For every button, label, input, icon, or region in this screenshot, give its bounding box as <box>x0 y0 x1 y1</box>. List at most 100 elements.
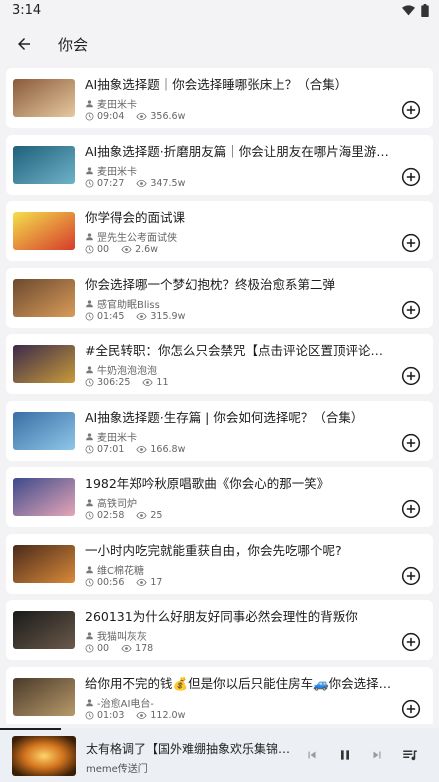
add-to-playlist-button[interactable] <box>401 300 421 320</box>
video-author[interactable]: 牛奶泡泡泡泡 <box>85 362 157 377</box>
video-card[interactable]: 你学得会的面试课 罡先生公考面试侠 00 2.6w <box>6 201 433 261</box>
video-title[interactable]: AI抽象选择题·生存篇 | 你会如何选择呢？（合集） <box>85 410 395 426</box>
video-thumbnail[interactable] <box>13 478 75 516</box>
video-title[interactable]: 260131为什么好朋友好同事必然会理性的背叛你 <box>85 609 395 625</box>
video-thumbnail[interactable] <box>13 411 75 450</box>
video-author[interactable]: 麦田米卡 <box>85 163 137 178</box>
author-name: 麦田米卡 <box>97 166 137 178</box>
player-title: 太有格调了【国外难绷抽象欢乐集锦#1… <box>86 742 294 756</box>
video-author[interactable]: 罡先生公考面试侠 <box>85 229 177 244</box>
playlist-button[interactable] <box>400 745 420 765</box>
add-circle-icon <box>401 499 421 519</box>
video-title[interactable]: 你会选择哪一个梦幻抱枕？终极治愈系第二弹 <box>85 277 395 293</box>
thumbnail-image <box>13 544 75 583</box>
video-duration: 07:27 <box>97 177 125 189</box>
video-title[interactable]: 一小时内吃完就能重获自由，你会先吃哪个呢? <box>85 543 395 559</box>
add-circle-icon <box>401 699 421 718</box>
clock-icon <box>85 578 94 586</box>
video-thumbnail[interactable] <box>13 145 75 184</box>
video-views: 112.0w <box>150 709 186 721</box>
video-card[interactable]: #全民转职：你怎么只会禁咒【点击评论区置顶评论免费观看全… 牛奶泡泡泡泡306:2… <box>6 334 433 394</box>
video-title[interactable]: #全民转职：你怎么只会禁咒【点击评论区置顶评论免费观看全… <box>85 343 395 359</box>
user-icon <box>86 166 93 174</box>
video-duration: 00:56 <box>97 576 125 588</box>
video-meta: 07:27 347.5w <box>85 178 185 189</box>
video-title[interactable]: 你学得会的面试课 <box>85 210 395 226</box>
add-to-playlist-button[interactable] <box>401 699 421 719</box>
video-title[interactable]: 给你用不完的钱💰但是你以后只能住房车🚙你会选择哪个（一） <box>85 676 395 692</box>
back-button[interactable] <box>10 30 38 58</box>
player-cover[interactable] <box>12 736 76 776</box>
user-icon <box>86 366 93 374</box>
video-card[interactable]: 1982年郑吟秋原唱歌曲《你会心的那一笑》 高铁司炉 02:58 25 <box>6 467 433 527</box>
pause-button[interactable] <box>335 745 355 765</box>
video-card[interactable]: 260131为什么好朋友好同事必然会理性的背叛你 我猫叫灰灰 00 178 <box>6 600 433 660</box>
video-author[interactable]: 麦田米卡 <box>85 96 137 111</box>
eye-icon <box>142 378 154 387</box>
add-to-playlist-button[interactable] <box>401 167 421 187</box>
video-meta: 07:01 166.8w <box>85 444 185 455</box>
clock-icon <box>85 245 94 254</box>
video-card[interactable]: 给你用不完的钱💰但是你以后只能住房车🚙你会选择哪个（一） -治愈AI电台-01:0… <box>6 666 433 724</box>
video-author[interactable]: 高铁司炉 <box>85 495 137 510</box>
add-to-playlist-button[interactable] <box>401 499 421 519</box>
video-author[interactable]: 感官助眠Bliss <box>85 296 160 311</box>
video-card[interactable]: 你会选择哪一个梦幻抱枕？终极治愈系第二弹 感官助眠Bliss 01:45 315.9w <box>6 267 433 328</box>
queue-music-icon <box>403 750 417 761</box>
video-card[interactable]: 一小时内吃完就能重获自由，你会先吃哪个呢? 维C棉花糖 00:56 17 <box>6 533 433 594</box>
video-author[interactable]: -治愈AI电台- <box>85 695 154 710</box>
player-artist: meme传送门 <box>86 764 148 775</box>
user-icon <box>86 499 93 507</box>
user-icon <box>86 100 93 108</box>
app-bar: 你会 <box>0 22 439 66</box>
next-button[interactable] <box>367 745 387 765</box>
clock-icon <box>85 378 94 387</box>
video-duration: 00 <box>97 643 110 654</box>
video-author[interactable]: 我猫叫灰灰 <box>85 628 147 643</box>
video-list[interactable]: AI抽象选择题｜你会选择睡哪张床上？（合集） 麦田米卡 09:04 356.6w AI抽… <box>6 68 433 724</box>
user-icon <box>86 632 93 640</box>
video-thumbnail[interactable] <box>13 611 75 649</box>
mini-player[interactable]: 太有格调了【国外难绷抽象欢乐集锦#1… meme传送门 <box>0 728 439 782</box>
thumbnail-image <box>13 145 75 184</box>
video-thumbnail[interactable] <box>13 278 75 317</box>
video-meta: 00:56 17 <box>85 577 162 588</box>
video-duration: 01:03 <box>97 709 125 721</box>
video-thumbnail[interactable] <box>13 677 75 716</box>
video-card[interactable]: AI抽象选择题·生存篇 | 你会如何选择呢？（合集） 麦田米卡 07:01 166.8… <box>6 400 433 461</box>
skip-previous-icon <box>308 751 316 759</box>
add-to-playlist-button[interactable] <box>401 433 421 453</box>
add-to-playlist-button[interactable] <box>401 233 421 253</box>
video-card[interactable]: AI抽象选择题·折磨朋友篇｜你会让朋友在哪片海里游泳？（合集） 麦田米卡07:27… <box>6 134 433 195</box>
add-to-playlist-button[interactable] <box>401 566 421 586</box>
video-meta: 09:04 356.6w <box>85 111 185 122</box>
prev-button[interactable] <box>302 745 322 765</box>
video-thumbnail[interactable] <box>13 345 75 383</box>
clock-icon <box>85 445 94 453</box>
video-thumbnail[interactable] <box>13 212 75 250</box>
video-author[interactable]: 麦田米卡 <box>85 429 137 444</box>
thumbnail-image <box>13 79 75 117</box>
add-to-playlist-button[interactable] <box>401 100 421 120</box>
user-icon <box>86 432 93 440</box>
video-meta: 01:45 315.9w <box>85 311 185 322</box>
status-time: 3:14 <box>12 3 42 18</box>
user-icon <box>86 698 93 706</box>
add-to-playlist-button[interactable] <box>401 366 421 386</box>
video-author[interactable]: 维C棉花糖 <box>85 562 144 577</box>
eye-icon <box>136 511 148 520</box>
clock-icon <box>85 312 94 320</box>
video-thumbnail[interactable] <box>13 544 75 583</box>
video-duration: 306:25 <box>97 377 131 388</box>
video-views: 2.6w <box>135 244 158 255</box>
video-card[interactable]: AI抽象选择题｜你会选择睡哪张床上？（合集） 麦田米卡 09:04 356.6w <box>6 68 433 128</box>
player-progress-bar[interactable] <box>0 728 62 730</box>
status-icons <box>402 4 429 17</box>
video-title[interactable]: AI抽象选择题｜你会选择睡哪张床上？（合集） <box>85 77 395 93</box>
video-thumbnail[interactable] <box>13 79 75 117</box>
add-to-playlist-button[interactable] <box>401 632 421 652</box>
video-title[interactable]: 1982年郑吟秋原唱歌曲《你会心的那一笑》 <box>85 476 395 492</box>
video-title[interactable]: AI抽象选择题·折磨朋友篇｜你会让朋友在哪片海里游泳？（合集） <box>85 144 395 160</box>
clock-icon <box>85 644 94 653</box>
user-icon <box>86 565 93 573</box>
